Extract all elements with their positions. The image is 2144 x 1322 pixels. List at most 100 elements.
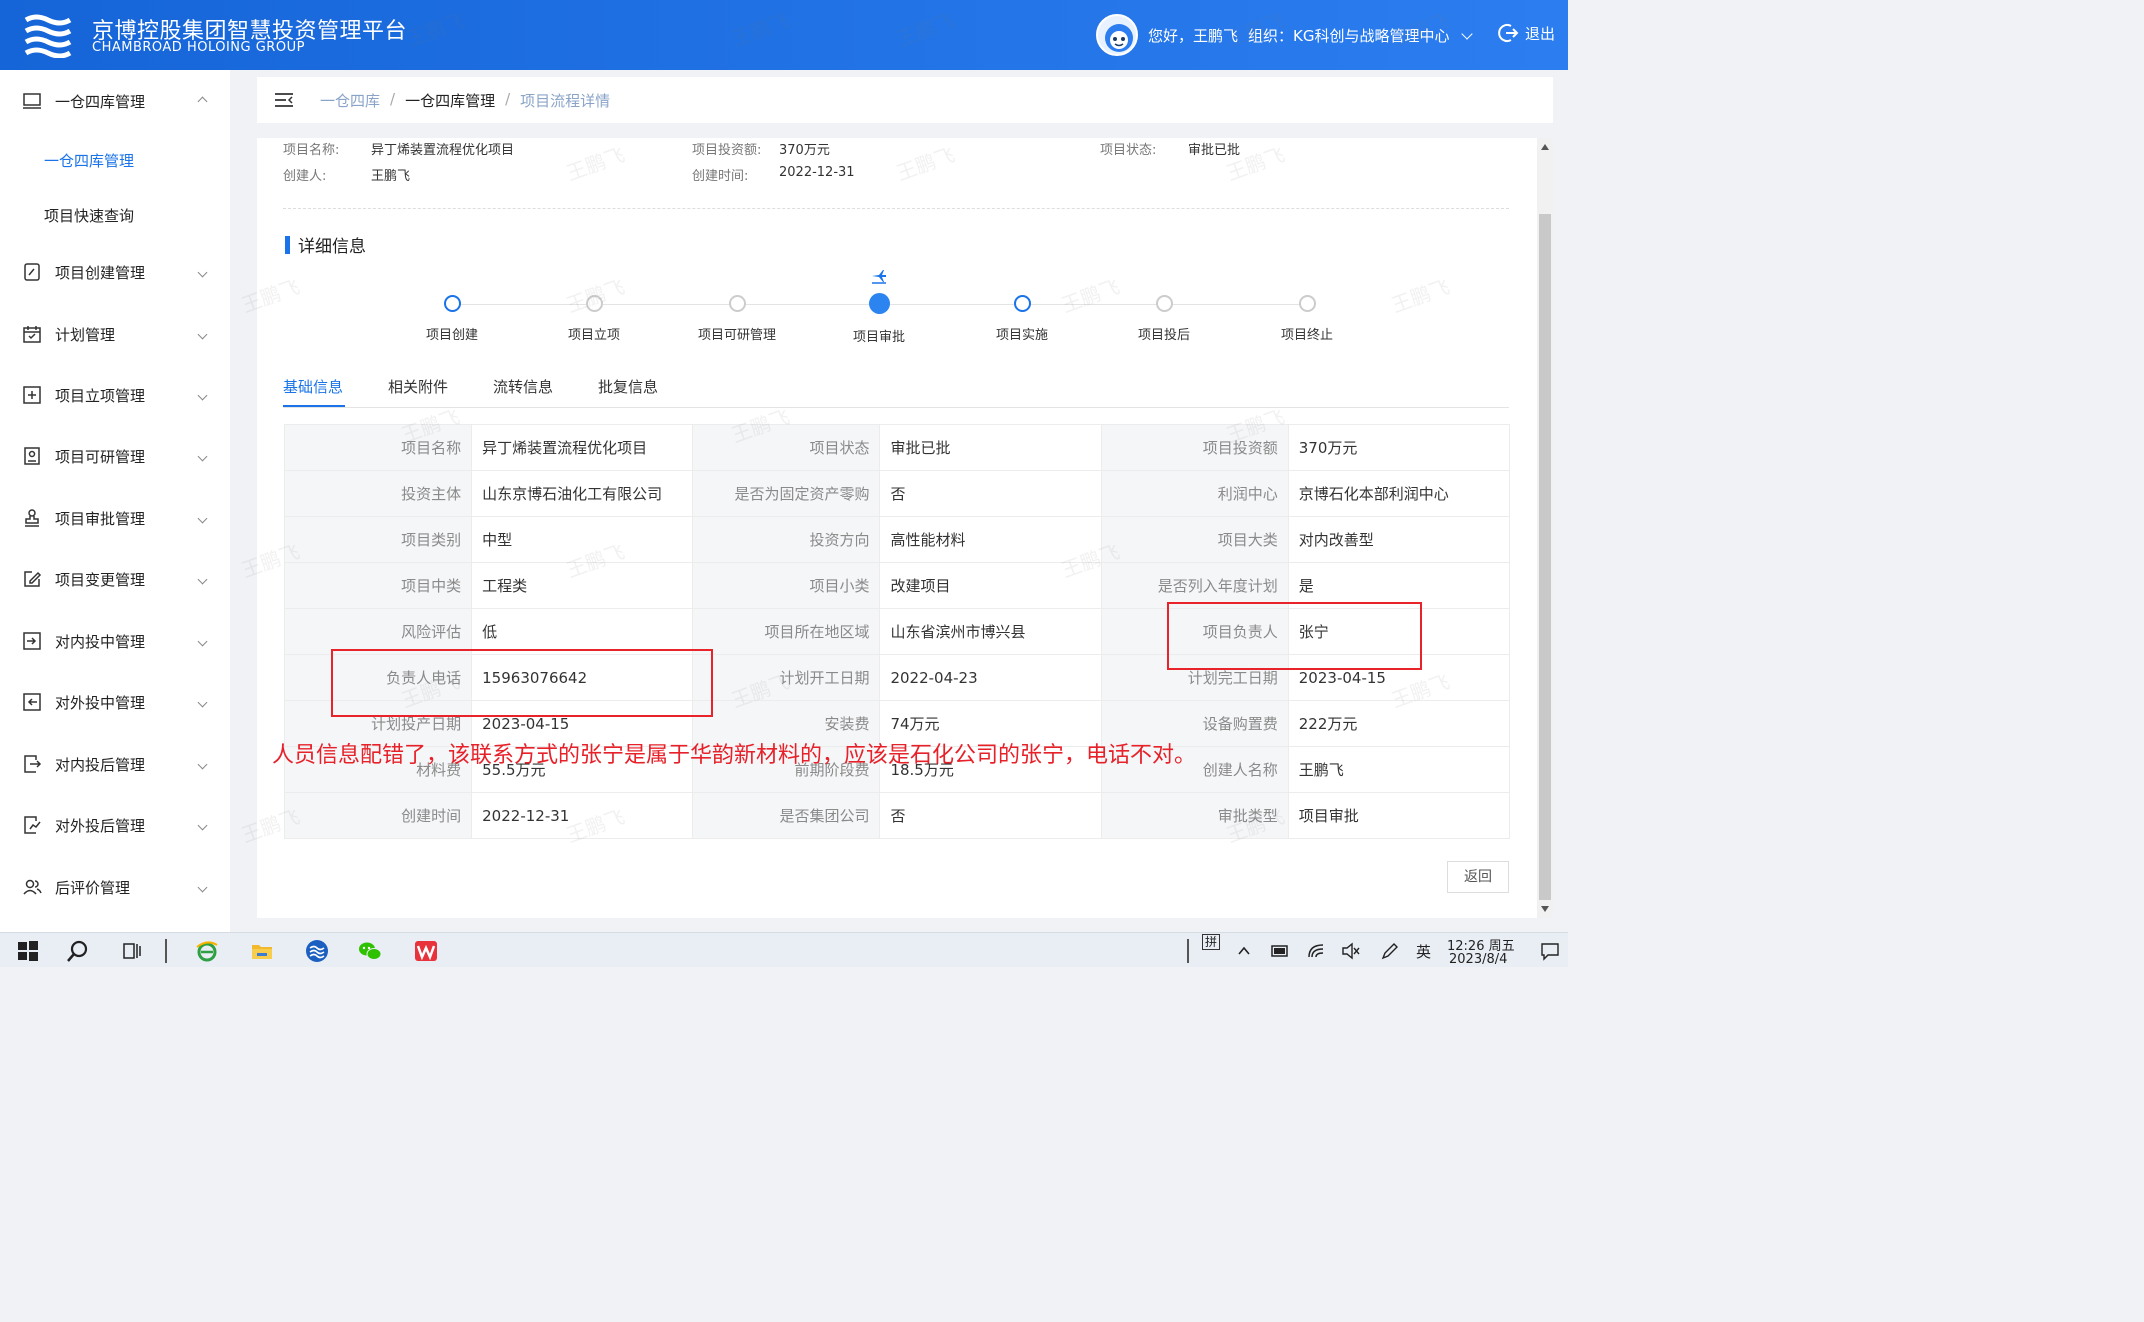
step-dot [1013, 295, 1031, 312]
tab-attachments[interactable]: 相关附件 [388, 376, 448, 397]
field-label: 是否集团公司 [692, 792, 881, 839]
speaker-muted-icon[interactable] [1341, 941, 1361, 961]
sidebar-subitem-warehouse-mgmt[interactable]: 一仓四库管理 [44, 150, 134, 171]
chevron-down-icon [197, 267, 208, 277]
detail-tabs: 基础信息 相关附件 流转信息 批复信息 [283, 374, 1509, 408]
tab-flow-info[interactable]: 流转信息 [493, 376, 553, 397]
field-label: 项目中类 [283, 562, 473, 609]
language-indicator[interactable]: 英 [1416, 941, 1431, 962]
field-value: 异丁烯装置流程优化项目 [471, 424, 694, 471]
table-row: 创建时间 2022-12-31 是否集团公司否 审批类型 项目审批 [283, 792, 1511, 839]
step-dot [585, 295, 603, 312]
step-item: 项目可研管理 [677, 295, 797, 343]
id-doc-icon [24, 447, 40, 465]
task-view-icon[interactable] [120, 939, 144, 963]
table-row: 项目类别 中型 投资方向 高性能材料 项目大类 对内改善型 [283, 516, 1511, 563]
enter-icon [23, 632, 41, 650]
chevron-down-icon [197, 882, 208, 892]
calendar-icon [23, 326, 41, 343]
active-tab-indicator [283, 405, 345, 407]
pen-icon[interactable] [1380, 941, 1400, 961]
sidebar-item-label: 对外投中管理 [55, 693, 146, 712]
windows-start-icon[interactable] [16, 939, 40, 963]
scrollbar-thumb[interactable] [1539, 214, 1551, 900]
logout-button[interactable]: 退出 [1497, 22, 1555, 44]
sidebar-item-label: 项目审批管理 [55, 509, 146, 528]
sidebar-item-plan[interactable]: 计划管理 [0, 314, 230, 354]
summary-created-value: 2022-12-31 [779, 165, 855, 180]
chevron-up-icon[interactable] [1236, 943, 1252, 959]
table-row: 投资主体 山东京博石油化工有限公司 是否为固定资产零购否 利润中心 京博石化本部利润… [283, 470, 1511, 517]
sidebar-item-project-create[interactable]: 项目创建管理 [0, 252, 230, 292]
field-value: 审批已批 [879, 424, 1102, 471]
windows-taskbar: 拼 英 12:26 周五 2023/8/4 [0, 932, 1568, 967]
breadcrumb-item-root[interactable]: 一仓四库 [320, 90, 380, 111]
scroll-down-arrow-icon[interactable] [1541, 906, 1549, 912]
field-label: 利润中心 [1100, 470, 1289, 517]
wps-office-icon[interactable] [414, 939, 438, 963]
sidebar-item-feasibility[interactable]: 项目可研管理 [0, 436, 230, 476]
sidebar-item-change[interactable]: 项目变更管理 [0, 559, 230, 599]
field-value: 低 [471, 608, 694, 655]
user-avatar[interactable] [1096, 14, 1138, 56]
step-dot-current [868, 293, 890, 314]
step-item: 项目实施 [962, 295, 1082, 343]
battery-icon[interactable] [1270, 941, 1290, 961]
breadcrumb-item-current: 项目流程详情 [520, 92, 611, 110]
chevron-up-icon [197, 96, 208, 106]
network-icon[interactable] [1307, 941, 1327, 961]
field-label: 创建时间 [283, 792, 473, 839]
user-greeting[interactable]: 您好，王鹏飞 组织：KG科创与战略管理中心 [1148, 25, 1474, 46]
breadcrumb-separator: / [390, 90, 396, 108]
chevron-down-icon [197, 697, 208, 707]
field-label: 投资方向 [692, 516, 881, 563]
ime-indicator[interactable]: 拼 [1202, 934, 1221, 950]
tab-basic-info[interactable]: 基础信息 [283, 376, 343, 397]
content-scrollbar[interactable] [1537, 138, 1553, 918]
chevron-down-icon [197, 451, 208, 461]
field-label: 项目状态 [692, 424, 881, 471]
annotation-note: 人员信息配错了，该联系方式的张宁是属于华韵新材料的，应该是石化公司的张宁，电话不… [272, 743, 1197, 768]
sidebar-item-post-evaluation[interactable]: 后评价管理 [0, 867, 230, 907]
step-item: 项目创建 [392, 295, 512, 343]
logout-label: 退出 [1525, 24, 1556, 43]
table-row: 负责人电话 15963076642 计划开工日期 2022-04-23 计划完工日期… [283, 654, 1511, 701]
section-title-text: 详细信息 [298, 237, 366, 257]
sidebar-subitem-quick-query[interactable]: 项目快速查询 [44, 205, 134, 226]
scroll-up-arrow-icon[interactable] [1541, 144, 1549, 150]
menu-collapse-icon[interactable] [275, 93, 293, 107]
section-title: 详细信息 [285, 232, 366, 257]
field-label: 项目小类 [692, 562, 881, 609]
wechat-icon[interactable] [358, 939, 382, 963]
breadcrumb: 一仓四库 / 一仓四库管理 / 项目流程详情 [320, 90, 610, 111]
chevron-down-icon [197, 574, 208, 584]
breadcrumb-item-mgmt[interactable]: 一仓四库管理 [405, 90, 495, 111]
notification-icon[interactable] [1540, 941, 1560, 961]
sidebar-item-approval[interactable]: 项目审批管理 [0, 498, 230, 538]
step-dot [1298, 295, 1316, 312]
sidebar-item-label: 对内投中管理 [55, 632, 146, 651]
company-app-icon[interactable] [305, 939, 329, 963]
tab-approval-info[interactable]: 批复信息 [598, 376, 658, 397]
search-icon[interactable] [66, 939, 90, 963]
step-label: 项目审批 [852, 330, 905, 345]
sidebar-item-internal-post[interactable]: 对内投后管理 [0, 744, 230, 784]
field-value: 370万元 [1287, 424, 1511, 471]
edit-doc-icon [24, 263, 40, 281]
sidebar-item-external-post[interactable]: 对外投后管理 [0, 805, 230, 845]
clock-date[interactable]: 2023/8/4 [1449, 952, 1507, 967]
sidebar-item-approval-setup[interactable]: 项目立项管理 [0, 375, 230, 415]
avatar-face-icon [1105, 24, 1133, 52]
detail-card: 项目名称: 异丁烯装置流程优化项目 项目投资额: 370万元 项目状态: 审批已… [257, 138, 1537, 918]
sidebar-item-external-mid[interactable]: 对外投中管理 [0, 682, 230, 722]
ie-browser-icon[interactable] [195, 939, 219, 963]
back-button[interactable]: 返回 [1447, 861, 1509, 893]
sidebar-item-internal-mid[interactable]: 对内投中管理 [0, 621, 230, 661]
field-label: 项目所在地区域 [692, 608, 881, 655]
step-item: 项目投后 [1104, 295, 1224, 343]
folder-icon[interactable] [250, 939, 274, 963]
chevron-down-icon [197, 820, 208, 830]
sidebar-item-warehouse[interactable]: 一仓四库管理 [0, 81, 230, 121]
summary-amount-label: 项目投资额: [692, 143, 762, 158]
table-row: 项目名称 异丁烯装置流程优化项目 项目状态 审批已批 项目投资额 370万元 [283, 424, 1511, 471]
